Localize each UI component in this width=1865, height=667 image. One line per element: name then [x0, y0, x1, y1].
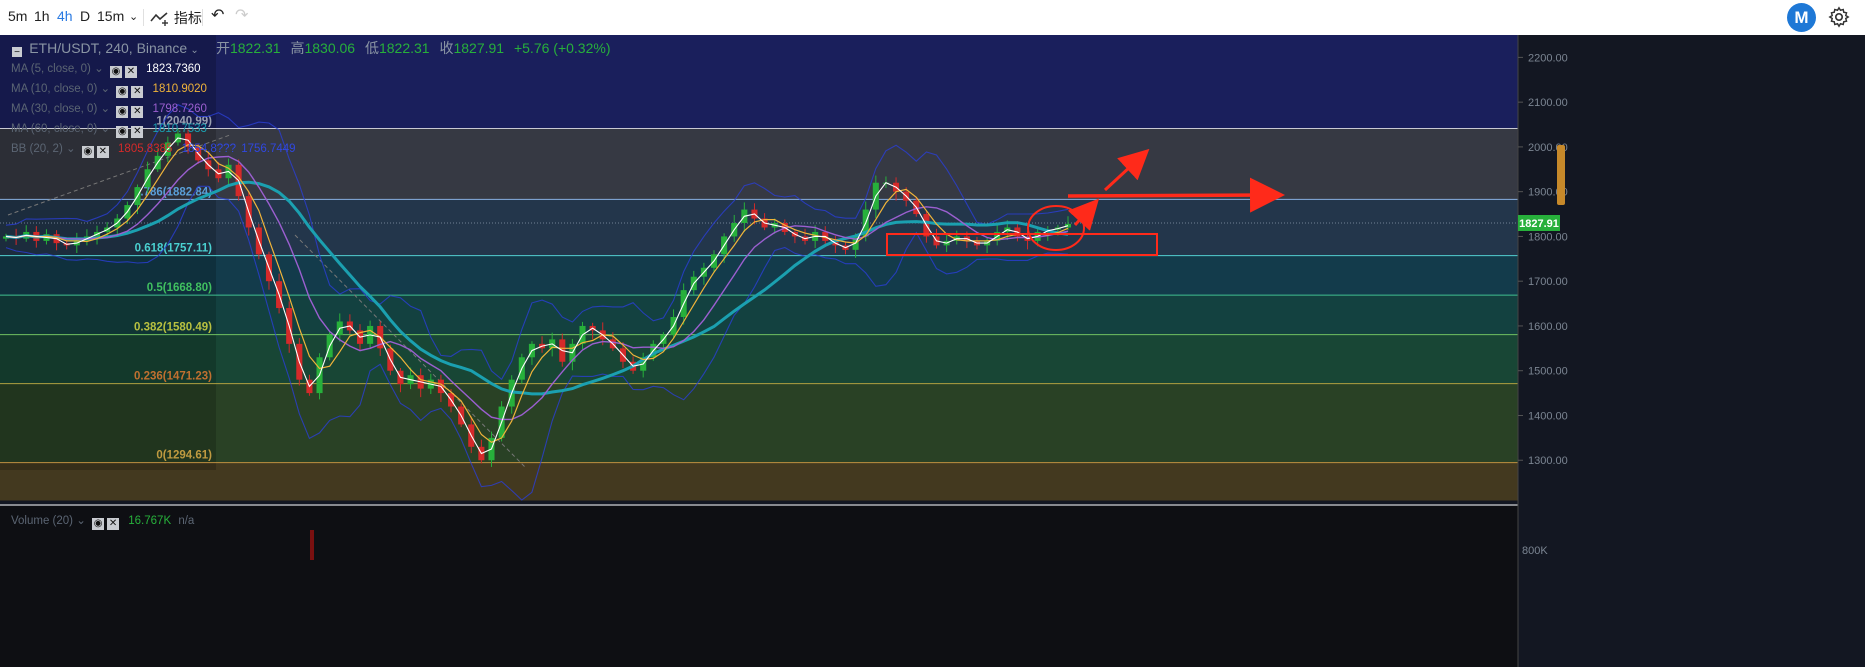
y-tick-label: 1500.00: [1528, 366, 1568, 378]
fib-band: [0, 255, 1518, 296]
symbol-legend: − ETH/USDT, 240, Binance ⌄ 开1822.31 高183…: [12, 38, 610, 58]
fib-label: 0.236(1471.23): [134, 371, 212, 383]
fib-band: [0, 295, 1518, 335]
fib-label: 0.382(1580.49): [134, 322, 212, 334]
y-tick-label: 2100.00: [1528, 97, 1568, 109]
scale-handle[interactable]: [1557, 145, 1565, 205]
eye-icon: ◉: [109, 66, 122, 78]
symbol-title[interactable]: ETH/USDT, 240, Binance: [29, 40, 187, 56]
last-price-label: 1827.91: [1518, 215, 1560, 231]
chevron-down-icon[interactable]: ⌄: [129, 10, 138, 23]
volume-tick: 800K: [1522, 545, 1548, 557]
fib-band: [0, 128, 1518, 200]
close-icon: ✕: [131, 106, 144, 118]
indicator-icon: [150, 12, 168, 26]
fib-band: [0, 199, 1518, 256]
volume-bar: [310, 530, 314, 560]
eye-icon: ◉: [116, 106, 129, 118]
y-tick-label: 1700.00: [1528, 276, 1568, 288]
eye-icon: ◉: [92, 518, 105, 530]
fib-label: 0.618(1757.11): [135, 243, 213, 255]
y-tick-label: 2200.00: [1528, 52, 1568, 64]
eye-icon: ◉: [116, 86, 129, 98]
ma30-legend[interactable]: MA (30, close, 0) ⌄ ◉ ✕ 1798.7260: [11, 101, 207, 118]
interval-15m[interactable]: 15m: [97, 8, 124, 24]
y-tick-label: 1400.00: [1528, 410, 1568, 422]
svg-text:1827.91: 1827.91: [1519, 218, 1559, 230]
ma10-legend[interactable]: MA (10, close, 0) ⌄ ◉ ✕ 1810.9020: [11, 81, 207, 98]
fib-band: [0, 462, 1518, 501]
close-icon: ✕: [107, 518, 120, 530]
close-icon: ✕: [131, 126, 144, 138]
interval-4h[interactable]: 4h: [57, 8, 73, 24]
y-tick-label: 1600.00: [1528, 321, 1568, 333]
fib-band: [0, 334, 1518, 384]
interval-1h[interactable]: 1h: [34, 8, 50, 24]
chevron-down-icon: ⌄: [190, 45, 199, 56]
fib-label: 0(1294.61): [156, 450, 212, 462]
ohlc-values: 开1822.31 高1830.06 低1822.31 收1827.91 +5.7…: [215, 40, 611, 56]
candle: [1064, 223, 1072, 228]
bb-legend[interactable]: BB (20, 2) ⌄ ◉ ✕ 1805.8385 1854.8??? 1756…: [11, 141, 296, 158]
collapse-icon[interactable]: −: [12, 47, 22, 58]
redo-icon[interactable]: ↷: [235, 5, 248, 25]
toolbar: 5m 1h 4h D 15m ⌄ 指标 ↶ ↷ M: [0, 0, 1865, 36]
interval-5m[interactable]: 5m: [8, 8, 27, 24]
close-icon: ✕: [96, 146, 109, 158]
gear-icon[interactable]: [1828, 6, 1850, 28]
arrow-right: [1067, 177, 1285, 213]
ma60-legend[interactable]: MA (60, close, 0) ⌄ ◉ ✕ 1810.7533: [11, 121, 207, 138]
y-tick-label: 1300.00: [1528, 455, 1568, 467]
close-icon: ✕: [124, 66, 137, 78]
fib-label: 0.5(1668.80): [147, 282, 212, 294]
fib-band: [0, 383, 1518, 463]
undo-icon[interactable]: ↶: [211, 5, 224, 25]
y-tick-label: 1800.00: [1528, 231, 1568, 243]
price-chart[interactable]: 1(2040.99)0.786(1882.84)0.618(1757.11)0.…: [0, 35, 1865, 667]
indicators-label: 指标: [173, 10, 202, 26]
volume-legend[interactable]: Volume (20) ⌄ ◉ ✕ 16.767K n/a: [11, 513, 194, 530]
interval-d[interactable]: D: [80, 8, 90, 24]
indicators-button[interactable]: 指标: [150, 8, 202, 28]
eye-icon: ◉: [116, 126, 129, 138]
eye-icon: ◉: [81, 146, 94, 158]
logo: M: [1787, 3, 1816, 32]
ma5-legend[interactable]: MA (5, close, 0) ⌄ ◉ ✕ 1823.7360: [11, 61, 201, 78]
close-icon: ✕: [131, 86, 144, 98]
